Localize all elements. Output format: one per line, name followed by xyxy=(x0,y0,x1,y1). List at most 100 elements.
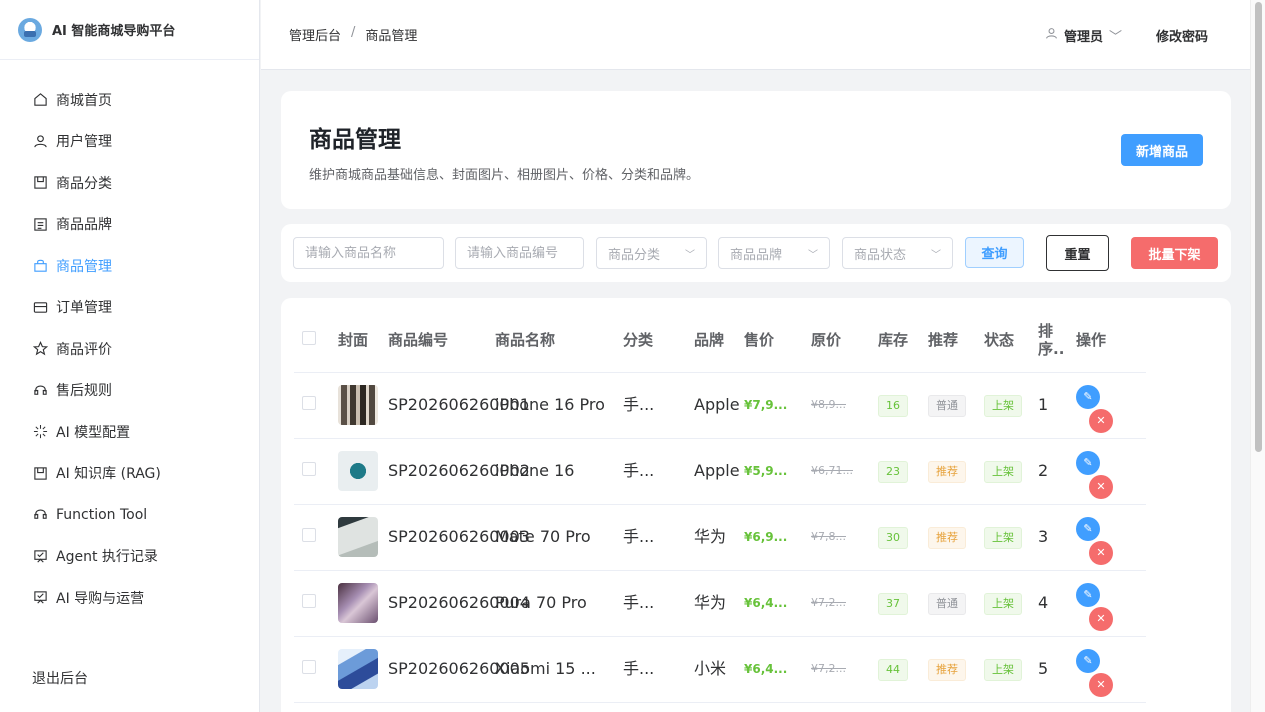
delete-icon[interactable]: ✕ xyxy=(1089,673,1113,697)
sidebar-item-label: AI 知识库 (RAG) xyxy=(56,466,161,483)
original-price-cell: ¥7,8... xyxy=(803,504,870,571)
sidebar-item-label: AI 导购与运营 xyxy=(56,590,145,607)
delete-icon[interactable]: ✕ xyxy=(1089,475,1113,499)
row-select-cell xyxy=(294,438,330,505)
actions-cell: ✎ ✕ xyxy=(1068,372,1146,439)
select-all-checkbox[interactable] xyxy=(302,330,316,345)
recommend-tag: 推荐 xyxy=(928,659,966,681)
status-tag: 上架 xyxy=(984,659,1022,681)
breadcrumb-item-admin[interactable]: 管理后台 xyxy=(289,25,341,44)
delete-icon[interactable]: ✕ xyxy=(1089,541,1113,565)
row-select-cell xyxy=(294,636,330,703)
sidebar-item-brands[interactable]: 商品品牌 xyxy=(0,204,259,246)
sidebar-item-aftersale[interactable]: 售后规则 xyxy=(0,370,259,412)
service-icon xyxy=(32,382,48,398)
brand-select[interactable]: 商品品牌 ﹀ xyxy=(718,237,830,269)
sidebar-item-label: 商品管理 xyxy=(56,258,112,275)
cover-cell xyxy=(330,570,380,637)
sidebar-item-ai-ops[interactable]: AI 导购与运营 xyxy=(0,577,259,619)
user-dropdown[interactable]: 管理员 ﹀ xyxy=(1045,26,1122,45)
delete-icon[interactable]: ✕ xyxy=(1089,409,1113,433)
change-password-link[interactable]: 修改密码 xyxy=(1156,26,1208,45)
row-checkbox[interactable] xyxy=(302,528,316,542)
sidebar-item-function-tool[interactable]: Function Tool xyxy=(0,494,259,536)
sort-cell: 2 xyxy=(1030,438,1068,505)
status-cell: 上架 xyxy=(976,438,1030,505)
delete-icon[interactable]: ✕ xyxy=(1089,607,1113,631)
sidebar-item-label: Function Tool xyxy=(56,506,148,523)
sidebar-item-ai-model[interactable]: AI 模型配置 xyxy=(0,411,259,453)
breadcrumb: 管理后台 / 商品管理 xyxy=(289,25,417,44)
page-title: 商品管理 xyxy=(309,127,401,153)
sidebar-item-agent-records[interactable]: Agent 执行记录 xyxy=(0,536,259,578)
sidebar-item-categories[interactable]: 商品分类 xyxy=(0,162,259,204)
sidebar-item-orders[interactable]: 订单管理 xyxy=(0,287,259,329)
product-code-input[interactable] xyxy=(455,237,584,269)
sidebar-item-label: AI 模型配置 xyxy=(56,424,131,441)
sidebar-item-products[interactable]: 商品管理 xyxy=(0,245,259,287)
status-cell: 上架 xyxy=(976,372,1030,439)
product-table: 封面 商品编号 商品名称 分类 品牌 售价 原价 库存 推荐 状态 排序.. 操… xyxy=(294,308,1146,703)
product-cover-image xyxy=(338,451,378,491)
product-name-input[interactable] xyxy=(293,237,444,269)
sort-cell: 3 xyxy=(1030,504,1068,571)
sidebar-item-reviews[interactable]: 商品评价 xyxy=(0,328,259,370)
recommend-cell: 普通 xyxy=(920,570,976,637)
status-select-value: 商品状态 xyxy=(854,247,907,263)
batch-delist-button[interactable]: 批量下架 xyxy=(1131,237,1218,269)
column-header-stock: 库存 xyxy=(870,308,920,373)
chevron-down-icon: ﹀ xyxy=(1108,29,1122,45)
category-cell: 手... xyxy=(615,636,686,703)
name-cell: Xiaomi 15 ... xyxy=(487,636,615,703)
cover-cell xyxy=(330,372,380,439)
category-icon xyxy=(32,175,48,191)
edit-icon[interactable]: ✎ xyxy=(1076,451,1100,475)
sidebar-item-users[interactable]: 用户管理 xyxy=(0,121,259,163)
sidebar-item-knowledge[interactable]: AI 知识库 (RAG) xyxy=(0,453,259,495)
name-cell: iPhone 16 xyxy=(487,438,615,505)
brand-cell: 华为 xyxy=(686,570,736,637)
original-price-cell: ¥6,71... xyxy=(803,438,870,505)
recommend-cell: 推荐 xyxy=(920,504,976,571)
logout-link[interactable]: 退出后台 xyxy=(32,668,88,688)
query-button[interactable]: 查询 xyxy=(965,237,1024,268)
product-table-card: 封面 商品编号 商品名称 分类 品牌 售价 原价 库存 推荐 状态 排序.. 操… xyxy=(281,298,1231,712)
sort-cell: 1 xyxy=(1030,372,1068,439)
card-icon xyxy=(32,299,48,315)
recommend-cell: 推荐 xyxy=(920,636,976,703)
actions-cell: ✎ ✕ xyxy=(1068,636,1146,703)
brand-icon xyxy=(32,216,48,232)
sidebar-item-home[interactable]: 商城首页 xyxy=(0,79,259,121)
cover-cell xyxy=(330,636,380,703)
tool-icon xyxy=(32,507,48,523)
row-checkbox[interactable] xyxy=(302,594,316,608)
brand-cell: Apple xyxy=(686,438,740,505)
category-select-value: 商品分类 xyxy=(608,247,661,263)
category-cell: 手... xyxy=(615,438,686,505)
board-icon xyxy=(32,590,48,606)
page-scrollbar[interactable] xyxy=(1250,0,1265,712)
edit-icon[interactable]: ✎ xyxy=(1076,385,1100,409)
brand-cell: 华为 xyxy=(686,504,736,571)
column-header-price: 售价 xyxy=(736,308,803,373)
status-select[interactable]: 商品状态 ﹀ xyxy=(842,237,953,269)
reset-button[interactable]: 重置 xyxy=(1046,235,1109,271)
row-checkbox[interactable] xyxy=(302,396,316,410)
scrollbar-thumb[interactable] xyxy=(1255,2,1262,452)
table-header-row: 封面 商品编号 商品名称 分类 品牌 售价 原价 库存 推荐 状态 排序.. 操… xyxy=(294,308,1146,373)
edit-icon[interactable]: ✎ xyxy=(1076,649,1100,673)
edit-icon[interactable]: ✎ xyxy=(1076,517,1100,541)
actions-cell: ✎ ✕ xyxy=(1068,570,1146,637)
row-checkbox[interactable] xyxy=(302,660,316,674)
row-checkbox[interactable] xyxy=(302,462,316,476)
category-select[interactable]: 商品分类 ﹀ xyxy=(596,237,707,269)
brand-cell: 小米 xyxy=(686,636,736,703)
sidebar-item-label: 用户管理 xyxy=(56,134,112,151)
column-header-brand: 品牌 xyxy=(686,308,736,373)
home-icon xyxy=(32,92,48,108)
stock-tag: 37 xyxy=(878,593,908,615)
add-product-button[interactable]: 新增商品 xyxy=(1120,134,1203,166)
sidebar-item-label: 商品评价 xyxy=(56,341,112,358)
brand[interactable]: AI 智能商城导购平台 xyxy=(0,0,259,60)
edit-icon[interactable]: ✎ xyxy=(1076,583,1100,607)
